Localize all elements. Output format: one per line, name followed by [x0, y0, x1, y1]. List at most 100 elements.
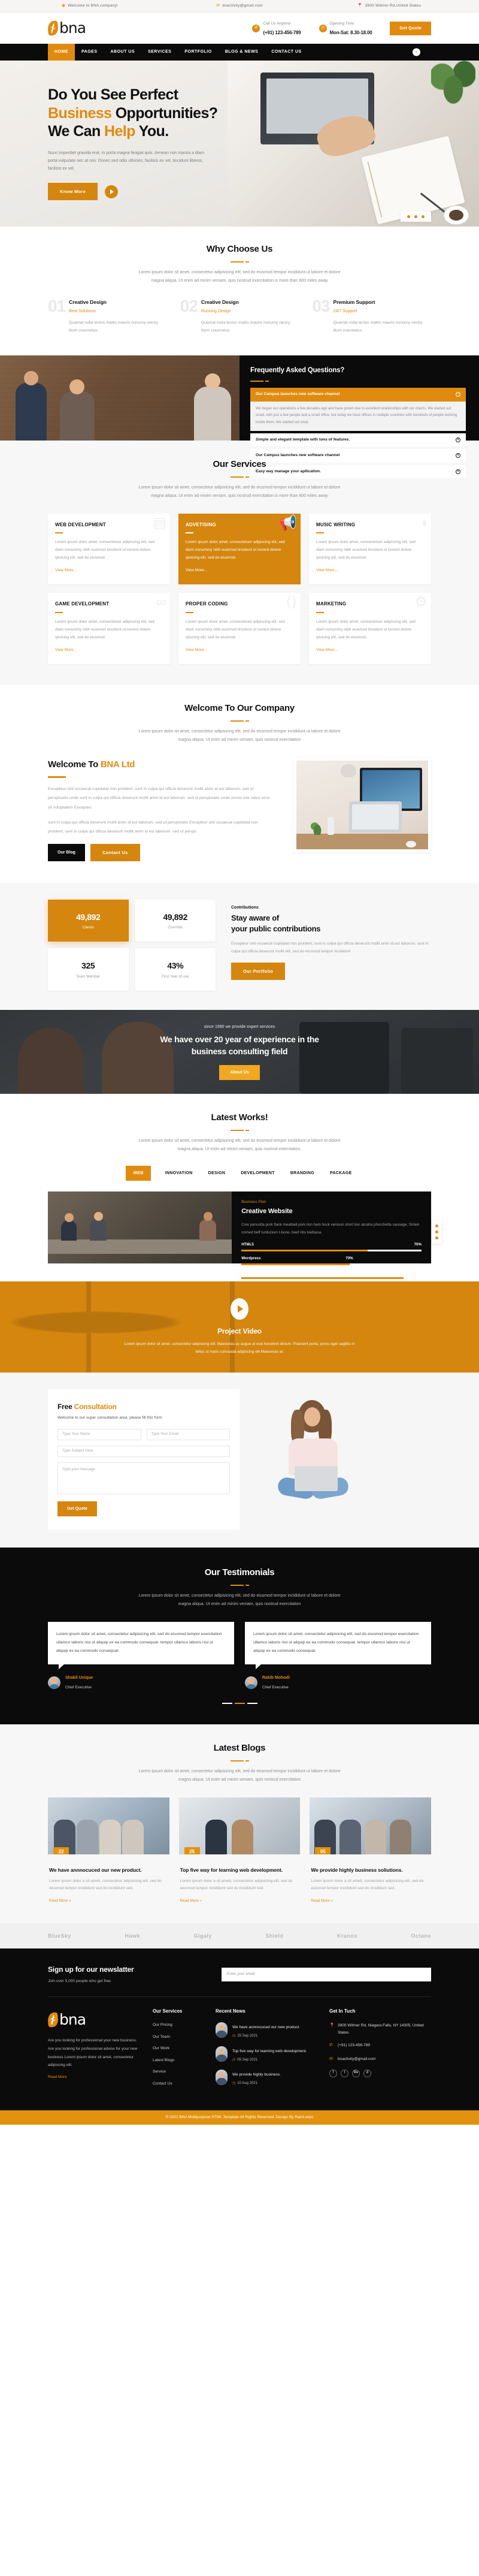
testimonial-role: Chief Executive: [262, 1685, 289, 1690]
nav-item-about-us[interactable]: ABOUT US: [104, 44, 142, 61]
works-tab-package[interactable]: PACKAGE: [329, 1166, 353, 1180]
faq-question[interactable]: Simple and elegant template with tons of…: [250, 433, 466, 447]
divider: [48, 720, 431, 722]
faq-question[interactable]: Our Campus launches new software channel…: [250, 387, 466, 402]
service-view-more[interactable]: View More...: [55, 647, 77, 653]
service-card-marketing[interactable]: ⚙ MARKETING Lorem ipsum dolor amet, cons…: [309, 593, 431, 665]
testimonials-title: Our Testimonials: [204, 1567, 275, 1577]
service-view-more[interactable]: View More...: [55, 568, 77, 574]
nav-item-contact-us[interactable]: CONTACT US: [265, 44, 308, 61]
twitter-icon[interactable]: t: [341, 2069, 348, 2077]
footer-services-title: Our Services: [153, 2008, 183, 2014]
service-card-advetising[interactable]: 📢 ADVETISING Lorem ipsum dolor amet, con…: [178, 513, 301, 585]
footer-link-latest-blogs[interactable]: Latest Blogs: [153, 2058, 216, 2064]
phone-icon: ✆: [252, 24, 260, 32]
footer-phone[interactable]: ✆ (+91) 123-456-789: [329, 2042, 431, 2050]
footer-about-column: bna Are you looking for professional you…: [47, 2008, 153, 2094]
play-icon[interactable]: [105, 185, 119, 198]
works-tab-branding[interactable]: BRANDING: [289, 1166, 316, 1180]
blog-card[interactable]: 05 Jan We provide highly business soliut…: [310, 1797, 432, 1905]
blog-read-more[interactable]: Read More »: [49, 1898, 71, 1904]
our-portfolio-button[interactable]: Our Portfolio: [231, 963, 286, 981]
nav-item-services[interactable]: SERVICES: [141, 44, 178, 61]
works-tab-development[interactable]: DEVELOPMENT: [240, 1166, 276, 1180]
hero-slider-dots[interactable]: [401, 212, 431, 222]
play-video-icon[interactable]: [231, 1298, 248, 1320]
message-textarea[interactable]: Type your message: [57, 1462, 230, 1494]
blog-card[interactable]: 25 Jul Top five way for learning web dev…: [178, 1797, 301, 1905]
testimonial-slider-indicators[interactable]: [48, 1703, 431, 1705]
service-view-more[interactable]: View More...: [316, 647, 338, 653]
footer-news-item[interactable]: Top five way for learning web developmen…: [216, 2046, 329, 2064]
blog-date-badge: 05 Jan: [315, 1847, 331, 1855]
work-slider-dots[interactable]: [432, 1220, 442, 1244]
work-photo: [48, 1191, 232, 1263]
newsletter-email-input[interactable]: Enter your email: [222, 1967, 431, 1981]
footer-news-item[interactable]: We have annnocuced our new product. ◷ 25 …: [216, 2022, 329, 2040]
brand-logo: Kranos: [336, 1933, 357, 1939]
works-tab-design[interactable]: DESIGN: [207, 1166, 227, 1180]
search-icon[interactable]: ⌕: [413, 48, 420, 56]
testimonial-bubble: Lorem ipsum dolor sit amet, consectetur …: [48, 1621, 234, 1670]
experience-banner: since 1990 we provide expert services We…: [0, 1009, 479, 1094]
blog-text: Lorem ipsum dolor a sit ameti, consectet…: [49, 1878, 162, 1891]
blogs-subtitle: Lorem ipsum dolor sit amet, consectetur …: [138, 1769, 341, 1782]
faq-item[interactable]: Our Campus launches new software channel…: [250, 387, 466, 431]
blog-card[interactable]: 22 Sep We have annnocuced our new produc…: [48, 1797, 169, 1905]
faq-item[interactable]: Simple and elegant template with tons of…: [250, 433, 466, 447]
footer-social-links: f t Be d: [329, 2069, 431, 2077]
contact-us-button[interactable]: Contact Us: [90, 843, 140, 861]
footer-news-item[interactable]: We provide highly business. ◷ 10 Aug 2021: [216, 2070, 329, 2087]
service-card-proper-coding[interactable]: ⟨⟩ PROPER CODING Lorem ipsum dolor amet,…: [178, 593, 301, 665]
footer-link-our-work[interactable]: Our Work: [153, 2046, 216, 2052]
leaf-logo-icon: [47, 20, 59, 36]
logo[interactable]: bna: [47, 16, 168, 40]
nav-item-blog-news[interactable]: BLOG & NEWS: [219, 44, 265, 61]
service-card-web-development[interactable]: ▤ WEB DEVELOPMENT Lorem ipsum dolor amet…: [48, 513, 170, 585]
service-card-game-development[interactable]: ∞ GAME DEVELOPMENT Lorem ipsum dolor ame…: [48, 593, 170, 665]
contributions-heading: Stay aware of your public contributions: [231, 913, 431, 934]
header-call: ✆ Call Us Anytime (+91) 123-456-789: [252, 19, 301, 38]
name-input[interactable]: Type Your Name: [57, 1428, 141, 1440]
topbar-email[interactable]: ✉ bnactivity@gmail.com: [165, 3, 314, 9]
behance-icon[interactable]: Be: [352, 2069, 360, 2077]
get-quote-button[interactable]: Get Quote: [390, 21, 431, 35]
counter-label: Team Member: [76, 974, 101, 979]
subject-input[interactable]: Type Subject Here: [57, 1445, 230, 1457]
about-us-button[interactable]: About Us: [219, 1064, 260, 1080]
service-view-more[interactable]: View More...: [186, 647, 207, 653]
nav-item-portfolio[interactable]: PORTFOLIO: [178, 44, 218, 61]
call-label: Call Us Anytime: [263, 22, 291, 26]
footer-link-service[interactable]: Service: [153, 2069, 216, 2076]
top-bar: ◉ Welcome to BNA company! ✉ bnactivity@g…: [0, 0, 479, 13]
blog-read-more[interactable]: Read More »: [180, 1898, 202, 1904]
why-card-title: Premium Support: [333, 299, 375, 305]
nav-item-pages[interactable]: PAGES: [75, 44, 104, 61]
page-root: ◉ Welcome to BNA company! ✉ bnactivity@g…: [0, 0, 479, 2125]
works-tab-web[interactable]: WEB: [126, 1165, 151, 1181]
footer-logo[interactable]: bna: [47, 2008, 142, 2032]
hero-line-2-rest: Opportunities?: [111, 104, 218, 122]
works-tab-innovation[interactable]: INNOVATION: [164, 1166, 194, 1180]
email-input[interactable]: Type Your Email: [146, 1428, 230, 1440]
nav-item-home[interactable]: HOME: [48, 44, 75, 61]
footer-read-more[interactable]: Read More: [48, 2074, 67, 2080]
blog-day: 22: [58, 1848, 64, 1854]
footer-email[interactable]: ✉ bnactivity@gmail.com: [329, 2056, 431, 2064]
service-view-more[interactable]: View More...: [186, 568, 207, 574]
facebook-icon[interactable]: f: [329, 2069, 337, 2077]
footer-link-our-pricing[interactable]: Our Pricing: [153, 2022, 216, 2029]
service-view-more[interactable]: View More...: [316, 568, 338, 574]
service-card-music-writing[interactable]: ◑ MUSIC WRITING Lorem ipsum dolor amet, …: [309, 513, 431, 585]
blog-read-more[interactable]: Read More »: [311, 1898, 332, 1904]
skill-javascript: Javascript 90%: [241, 1269, 422, 1279]
get-quote-submit-button[interactable]: Get Quote: [57, 1501, 97, 1516]
divider: [48, 776, 66, 778]
footer-link-our-team[interactable]: Our Team: [153, 2034, 216, 2041]
work-category: Business Plan: [241, 1199, 266, 1204]
dribbble-icon[interactable]: d: [363, 2069, 371, 2077]
know-more-button[interactable]: Know More: [48, 183, 98, 201]
our-blog-button[interactable]: Our Blog: [48, 843, 85, 861]
footer-link-contact-us[interactable]: Contact Us: [153, 2081, 216, 2088]
welcome-heading-a: Welcome To: [48, 759, 101, 770]
